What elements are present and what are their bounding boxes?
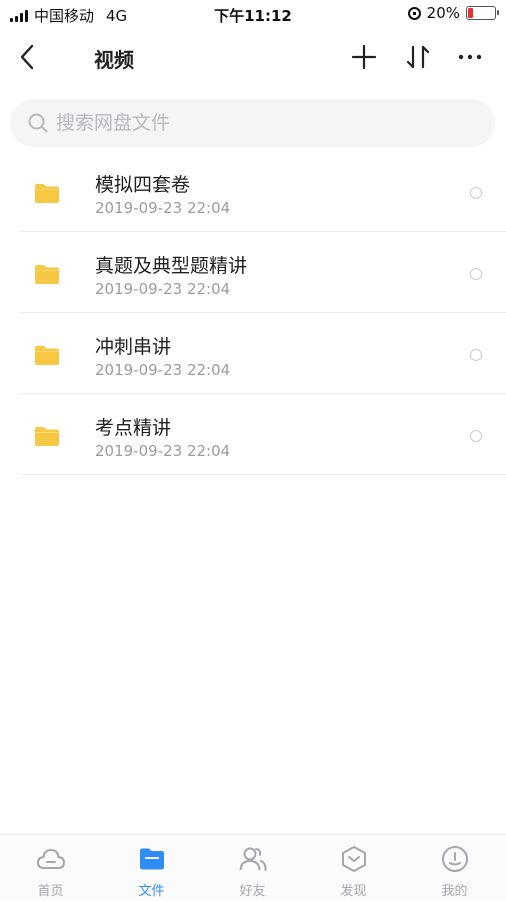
select-checkbox[interactable] xyxy=(470,268,482,280)
cloud-home-icon xyxy=(36,848,65,869)
folder-tab-icon xyxy=(139,848,164,870)
select-checkbox[interactable] xyxy=(470,187,482,199)
folder-name: 模拟四套卷 xyxy=(95,174,191,196)
tab-label: 文件 xyxy=(138,884,165,899)
rotation-lock-icon xyxy=(407,6,421,20)
divider xyxy=(20,393,506,394)
folder-row[interactable]: 真题及典型题精讲 2019-09-23 22:04 xyxy=(0,233,506,313)
nav-bar: 视频 xyxy=(0,28,506,86)
folder-row[interactable]: 冲刺串讲 2019-09-23 22:04 xyxy=(0,314,506,394)
discover-icon xyxy=(341,846,366,872)
page-title: 视频 xyxy=(94,48,134,72)
back-button[interactable] xyxy=(16,42,40,72)
folder-date: 2019-09-23 22:04 xyxy=(95,199,231,217)
divider xyxy=(20,312,506,313)
plus-icon xyxy=(351,44,377,70)
folder-row[interactable]: 考点精讲 2019-09-23 22:04 xyxy=(0,395,506,475)
folder-name: 冲刺串讲 xyxy=(95,336,172,358)
more-button[interactable] xyxy=(456,43,484,71)
profile-icon xyxy=(441,846,468,872)
friends-icon xyxy=(239,847,267,871)
divider xyxy=(20,474,506,475)
select-checkbox[interactable] xyxy=(470,430,482,442)
tab-label: 好友 xyxy=(239,884,266,899)
sort-button[interactable] xyxy=(404,43,432,71)
folder-icon xyxy=(35,184,59,203)
folder-icon xyxy=(35,346,59,365)
tab-label: 发现 xyxy=(340,884,367,899)
chevron-left-icon xyxy=(20,44,34,70)
folder-name: 考点精讲 xyxy=(95,417,172,439)
tab-label: 首页 xyxy=(37,884,64,899)
battery-level xyxy=(468,8,473,18)
tab-label: 我的 xyxy=(441,884,468,899)
status-bar: 中国移动 4G 下午11:12 20% xyxy=(0,0,506,28)
tab-discover[interactable]: 发现 xyxy=(303,835,404,901)
battery-percent: 20% xyxy=(426,4,460,22)
tab-profile[interactable]: 我的 xyxy=(404,835,505,901)
search-bar[interactable] xyxy=(10,99,495,147)
more-icon xyxy=(458,54,482,60)
battery-icon xyxy=(466,6,499,20)
divider xyxy=(20,231,506,232)
folder-name: 真题及典型题精讲 xyxy=(95,255,248,277)
folder-date: 2019-09-23 22:04 xyxy=(95,442,231,460)
folder-date: 2019-09-23 22:04 xyxy=(95,280,231,298)
add-button[interactable] xyxy=(350,43,378,71)
folder-row[interactable]: 模拟四套卷 2019-09-23 22:04 xyxy=(0,152,506,232)
status-right: 20% xyxy=(407,4,499,22)
search-input[interactable] xyxy=(56,99,476,147)
select-checkbox[interactable] xyxy=(470,349,482,361)
tab-bar: 首页 文件 好友 发现 我的 xyxy=(0,834,506,900)
folder-date: 2019-09-23 22:04 xyxy=(95,361,231,379)
folder-icon xyxy=(35,265,59,284)
search-icon xyxy=(28,113,48,133)
sort-icon xyxy=(406,45,430,69)
tab-home[interactable]: 首页 xyxy=(0,835,101,901)
tab-friends[interactable]: 好友 xyxy=(202,835,303,901)
folder-icon xyxy=(35,427,59,446)
tab-files[interactable]: 文件 xyxy=(101,835,202,901)
